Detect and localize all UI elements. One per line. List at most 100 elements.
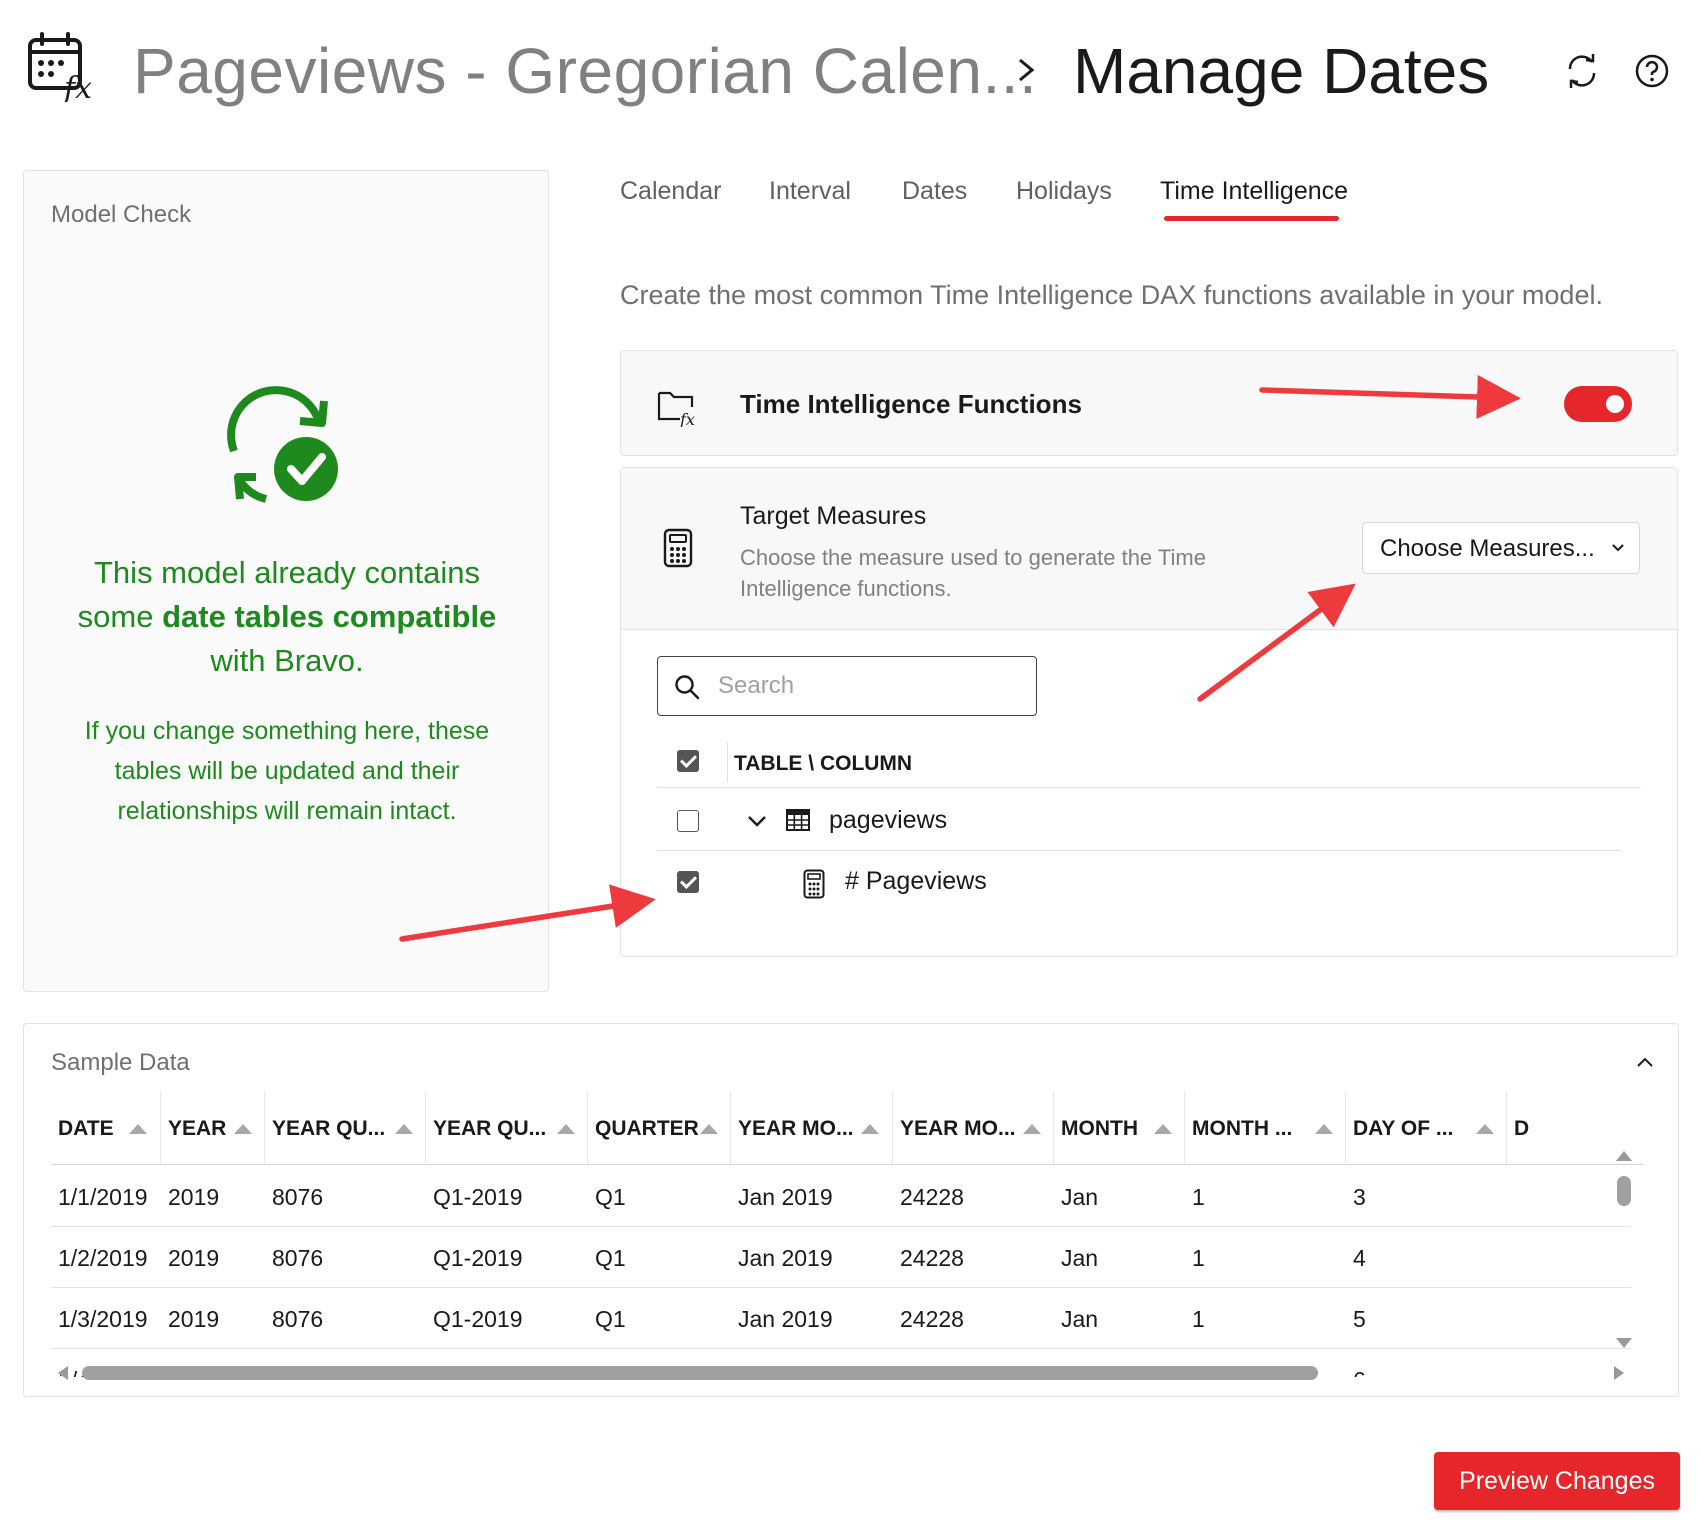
table-cell: 2019 [168,1306,220,1332]
toggle-knob [1606,395,1624,413]
table-cell: Jan 2019 [738,1184,833,1210]
active-tab-indicator [1164,216,1339,221]
table-cell: 5 [1353,1306,1366,1332]
search-input[interactable] [718,665,1018,707]
table-cell: Jan [1061,1306,1099,1332]
table-cell: Jan 2019 [738,1306,833,1332]
svg-text:fx: fx [62,71,92,102]
table-cell: 1/3/2019 [58,1306,148,1332]
sort-icon[interactable] [1023,1124,1041,1134]
tree-header: TABLE \ COLUMN [657,738,1641,788]
sort-icon[interactable] [234,1124,252,1134]
chevron-up-icon[interactable] [1636,1056,1654,1068]
preview-changes-button[interactable]: Preview Changes [1434,1452,1680,1510]
scroll-left-arrow[interactable] [58,1366,68,1380]
table-cell: 1 [1192,1184,1205,1210]
select-all-checkbox[interactable] [677,750,699,772]
sort-icon[interactable] [1476,1124,1494,1134]
model-check-title: Model Check [51,201,192,228]
grid-header: DATE YEAR YEAR QU... YEAR QU... QUARTER … [51,1091,1643,1165]
sort-icon[interactable] [557,1124,575,1134]
model-check-highlight: date tables compatible [162,599,497,634]
date-table-fx-icon: fx [28,32,92,102]
table-cell: 3 [1353,1184,1366,1210]
table-cell: 24228 [900,1184,964,1210]
table-cell: 8076 [272,1245,324,1271]
sort-icon[interactable] [129,1124,147,1134]
target-measures-card: Target Measures Choose the measure used … [620,467,1678,957]
table-cell: Jan 2019 [738,1245,833,1271]
table-name: pageviews [829,806,948,834]
table-cell: 1/2/2019 [58,1245,148,1271]
table-cell: Q1 [595,1245,626,1271]
column-header[interactable]: YEAR MO... [893,1091,1054,1165]
column-header[interactable]: QUARTER [588,1091,731,1165]
chevron-right-icon [1019,58,1035,82]
table-icon [786,809,810,831]
table-row[interactable]: 1/1/2019 2019 8076 Q1-2019 Q1 Jan 2019 24228 Ja… [51,1166,1631,1227]
column-header[interactable]: YEAR QU... [265,1091,426,1165]
sort-icon[interactable] [1154,1124,1172,1134]
choose-measures-dropdown[interactable]: Choose Measures... [1362,522,1640,574]
table-cell: 8076 [272,1306,324,1332]
table-cell: 24228 [900,1306,964,1332]
tree-row-table[interactable]: pageviews [657,791,1621,851]
column-header[interactable]: DATE [51,1091,161,1165]
table-cell: 1 [1192,1306,1205,1332]
sort-icon[interactable] [395,1124,413,1134]
table-row[interactable]: 1/3/2019 2019 8076 Q1-2019 Q1 Jan 2019 24228 Ja… [51,1288,1631,1349]
column-header[interactable]: YEAR QU... [426,1091,588,1165]
model-check-line1: This model already contains [94,555,480,590]
measure-name: # Pageviews [845,867,987,895]
measure-checkbox[interactable] [677,871,699,893]
sample-data-panel: Sample Data DATE YEAR YEAR QU... YEAR QU… [23,1023,1679,1397]
chevron-down-icon[interactable] [747,814,767,828]
search-field[interactable] [657,656,1037,716]
model-check-note: If you change something here, these tabl… [84,717,490,825]
table-checkbox[interactable] [677,810,699,832]
help-icon[interactable] [1634,53,1670,89]
table-cell: 2019 [168,1245,220,1271]
folder-fx-icon: fx [657,391,695,427]
time-intelligence-functions-card: fx Time Intelligence Functions [620,350,1678,456]
breadcrumb-parent[interactable]: Pageviews - Gregorian Calen... [133,34,1037,108]
model-check-line2: some date tables compatible [77,599,497,634]
tab-holidays[interactable]: Holidays [1016,177,1112,206]
scroll-thumb[interactable] [1617,1176,1631,1206]
vertical-scrollbar[interactable] [1613,1148,1635,1358]
table-cell: Jan [1061,1245,1099,1271]
sort-icon[interactable] [861,1124,879,1134]
tab-dates[interactable]: Dates [902,177,967,206]
horizontal-scrollbar[interactable] [56,1363,1636,1383]
scroll-right-arrow[interactable] [1614,1366,1624,1380]
table-row[interactable]: 1/2/2019 2019 8076 Q1-2019 Q1 Jan 2019 24228 Ja… [51,1227,1631,1288]
sync-check-icon [227,386,338,503]
sort-icon[interactable] [1315,1124,1333,1134]
sort-icon[interactable] [700,1124,718,1134]
scroll-thumb[interactable] [82,1366,1318,1380]
time-intelligence-toggle[interactable] [1564,386,1632,422]
table-cell: 8076 [272,1184,324,1210]
tab-time-intelligence[interactable]: Time Intelligence [1160,177,1348,206]
page-title: Manage Dates [1073,35,1490,107]
tab-calendar[interactable]: Calendar [620,177,721,206]
column-header[interactable]: MONTH ... [1185,1091,1346,1165]
calculator-icon [803,869,825,899]
column-header[interactable]: YEAR [161,1091,265,1165]
table-cell: 24228 [900,1245,964,1271]
svg-text:fx: fx [679,410,695,427]
scroll-up-arrow[interactable] [1616,1151,1632,1161]
tree-row-measure[interactable]: # Pageviews [657,852,1621,912]
functions-title: Time Intelligence Functions [740,389,1082,419]
chevron-down-icon [1612,544,1624,552]
column-header[interactable]: MONTH [1054,1091,1185,1165]
tab-interval[interactable]: Interval [769,177,851,206]
table-cell: Q1 [595,1184,626,1210]
refresh-icon[interactable] [1562,51,1602,91]
model-check-message: This model already contains some date ta… [44,551,530,683]
scroll-down-arrow[interactable] [1616,1338,1632,1348]
column-header[interactable]: DAY OF ... [1346,1091,1507,1165]
search-icon [675,675,700,700]
model-check-panel: Model Check This model already contains … [23,170,549,992]
column-header[interactable]: YEAR MO... [731,1091,893,1165]
